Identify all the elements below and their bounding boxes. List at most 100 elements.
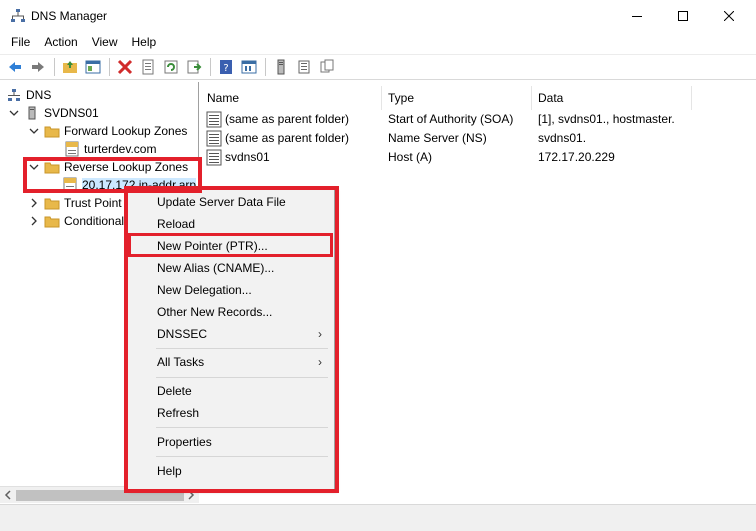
menu-item-other-new-records[interactable]: Other New Records... bbox=[130, 301, 332, 323]
zone-file-icon bbox=[64, 141, 80, 157]
chevron-right-icon[interactable] bbox=[28, 215, 40, 227]
tree-node-conditional[interactable]: Conditional bbox=[28, 212, 124, 230]
record-type: Name Server (NS) bbox=[388, 131, 487, 145]
record-row[interactable]: (same as parent folder) Name Server (NS)… bbox=[201, 129, 756, 148]
menu-separator bbox=[156, 377, 328, 378]
console-icon bbox=[241, 60, 257, 74]
export-list-icon bbox=[187, 60, 202, 74]
scrollbar-thumb[interactable] bbox=[16, 490, 184, 501]
menu-item-properties[interactable]: Properties bbox=[130, 431, 332, 453]
close-button[interactable] bbox=[706, 0, 752, 32]
menu-item-new-delegation[interactable]: New Delegation... bbox=[130, 279, 332, 301]
menu-item-reload[interactable]: Reload bbox=[130, 213, 332, 235]
scroll-left-icon[interactable] bbox=[3, 490, 13, 500]
zone-file-icon bbox=[62, 177, 78, 193]
tree-node-dns[interactable]: DNS bbox=[6, 86, 51, 104]
up-folder-icon bbox=[63, 61, 77, 73]
scroll-right-icon[interactable] bbox=[186, 490, 196, 500]
menu-item-refresh[interactable]: Refresh bbox=[130, 402, 332, 424]
toolbar-separator bbox=[54, 58, 55, 76]
properties-icon bbox=[142, 59, 154, 75]
column-header-name[interactable]: Name bbox=[201, 86, 382, 110]
dns-manager-icon bbox=[11, 9, 25, 22]
delete-button[interactable] bbox=[114, 56, 136, 78]
toolbar-separator bbox=[109, 58, 110, 76]
back-button[interactable] bbox=[4, 56, 26, 78]
server-icon bbox=[277, 59, 285, 75]
server-button[interactable] bbox=[270, 56, 292, 78]
menu-item-dnssec[interactable]: DNSSEC › bbox=[130, 323, 332, 345]
menu-item-new-pointer[interactable]: New Pointer (PTR)... bbox=[130, 235, 332, 257]
list-icon bbox=[298, 60, 310, 74]
menu-separator bbox=[156, 427, 328, 428]
list-header: Name Type Data bbox=[201, 86, 756, 110]
menu-file[interactable]: File bbox=[4, 32, 37, 53]
list-view-button[interactable] bbox=[293, 56, 315, 78]
record-icon bbox=[206, 130, 222, 147]
tree-node-reverse-zones[interactable]: Reverse Lookup Zones bbox=[28, 158, 188, 176]
record-type: Host (A) bbox=[388, 150, 433, 164]
toolbar-separator bbox=[210, 58, 211, 76]
toolbar: ? bbox=[0, 54, 756, 80]
record-name: (same as parent folder) bbox=[225, 131, 350, 145]
export-list-button[interactable] bbox=[183, 56, 205, 78]
chevron-right-icon[interactable] bbox=[28, 197, 40, 209]
menu-item-new-alias[interactable]: New Alias (CNAME)... bbox=[130, 257, 332, 279]
menu-item-update-server-data-file[interactable]: Update Server Data File bbox=[130, 191, 332, 213]
record-name: svdns01 bbox=[225, 150, 270, 164]
record-data: svdns01. bbox=[538, 131, 587, 145]
menu-item-label: Properties bbox=[157, 435, 212, 449]
tree-label-dns: DNS bbox=[26, 88, 52, 102]
up-one-level-button[interactable] bbox=[59, 56, 81, 78]
properties-button[interactable] bbox=[137, 56, 159, 78]
menu-item-label: New Pointer (PTR)... bbox=[157, 239, 268, 253]
chevron-down-icon[interactable] bbox=[28, 161, 40, 173]
toolbar-separator bbox=[265, 58, 266, 76]
folder-icon bbox=[44, 213, 60, 229]
chevron-down-icon[interactable] bbox=[28, 125, 40, 137]
menu-bar: File Action View Help bbox=[0, 32, 756, 53]
copy-button[interactable] bbox=[316, 56, 338, 78]
record-row[interactable]: (same as parent folder) Start of Authori… bbox=[201, 110, 756, 129]
back-icon bbox=[9, 62, 21, 72]
menu-item-help[interactable]: Help bbox=[130, 460, 332, 482]
window-title: DNS Manager bbox=[31, 9, 108, 23]
record-icon bbox=[206, 111, 222, 128]
menu-item-delete[interactable]: Delete bbox=[130, 380, 332, 402]
minimize-button[interactable] bbox=[614, 0, 660, 32]
forward-button[interactable] bbox=[27, 56, 49, 78]
show-hide-tree-button[interactable] bbox=[82, 56, 104, 78]
menu-separator bbox=[156, 456, 328, 457]
tree-node-server[interactable]: SVDNS01 bbox=[8, 104, 99, 122]
tree-label-server: SVDNS01 bbox=[44, 106, 99, 120]
submenu-arrow-icon: › bbox=[318, 355, 322, 369]
maximize-button[interactable] bbox=[660, 0, 706, 32]
menu-item-label: All Tasks bbox=[157, 355, 205, 369]
column-header-data[interactable]: Data bbox=[532, 86, 692, 110]
tree-node-trust-points[interactable]: Trust Point bbox=[28, 194, 122, 212]
tree-label-conditional: Conditional bbox=[64, 214, 125, 228]
console-button[interactable] bbox=[238, 56, 260, 78]
menu-item-label: New Delegation... bbox=[157, 283, 252, 297]
column-header-type[interactable]: Type bbox=[382, 86, 532, 110]
record-data: [1], svdns01., hostmaster. bbox=[538, 112, 675, 126]
tree-label-reverse-zones: Reverse Lookup Zones bbox=[64, 160, 189, 174]
menu-help[interactable]: Help bbox=[125, 32, 164, 53]
server-icon bbox=[24, 105, 40, 121]
tree-node-forward-child[interactable]: turterdev.com bbox=[64, 140, 156, 158]
tree-label-forward-child: turterdev.com bbox=[84, 142, 157, 156]
refresh-button[interactable] bbox=[160, 56, 182, 78]
menu-view[interactable]: View bbox=[85, 32, 125, 53]
menu-item-label: Help bbox=[157, 464, 182, 478]
chevron-down-icon[interactable] bbox=[8, 107, 20, 119]
dns-icon bbox=[6, 87, 22, 103]
tree-node-forward-zones[interactable]: Forward Lookup Zones bbox=[28, 122, 187, 140]
menu-item-all-tasks[interactable]: All Tasks › bbox=[130, 351, 332, 373]
record-row[interactable]: svdns01 Host (A) 172.17.20.229 bbox=[201, 148, 756, 167]
menu-action[interactable]: Action bbox=[37, 32, 84, 53]
status-bar bbox=[0, 504, 756, 531]
help-button[interactable]: ? bbox=[215, 56, 237, 78]
minimize-icon bbox=[632, 16, 642, 17]
menu-item-label: New Alias (CNAME)... bbox=[157, 261, 275, 275]
forward-icon bbox=[32, 62, 44, 72]
